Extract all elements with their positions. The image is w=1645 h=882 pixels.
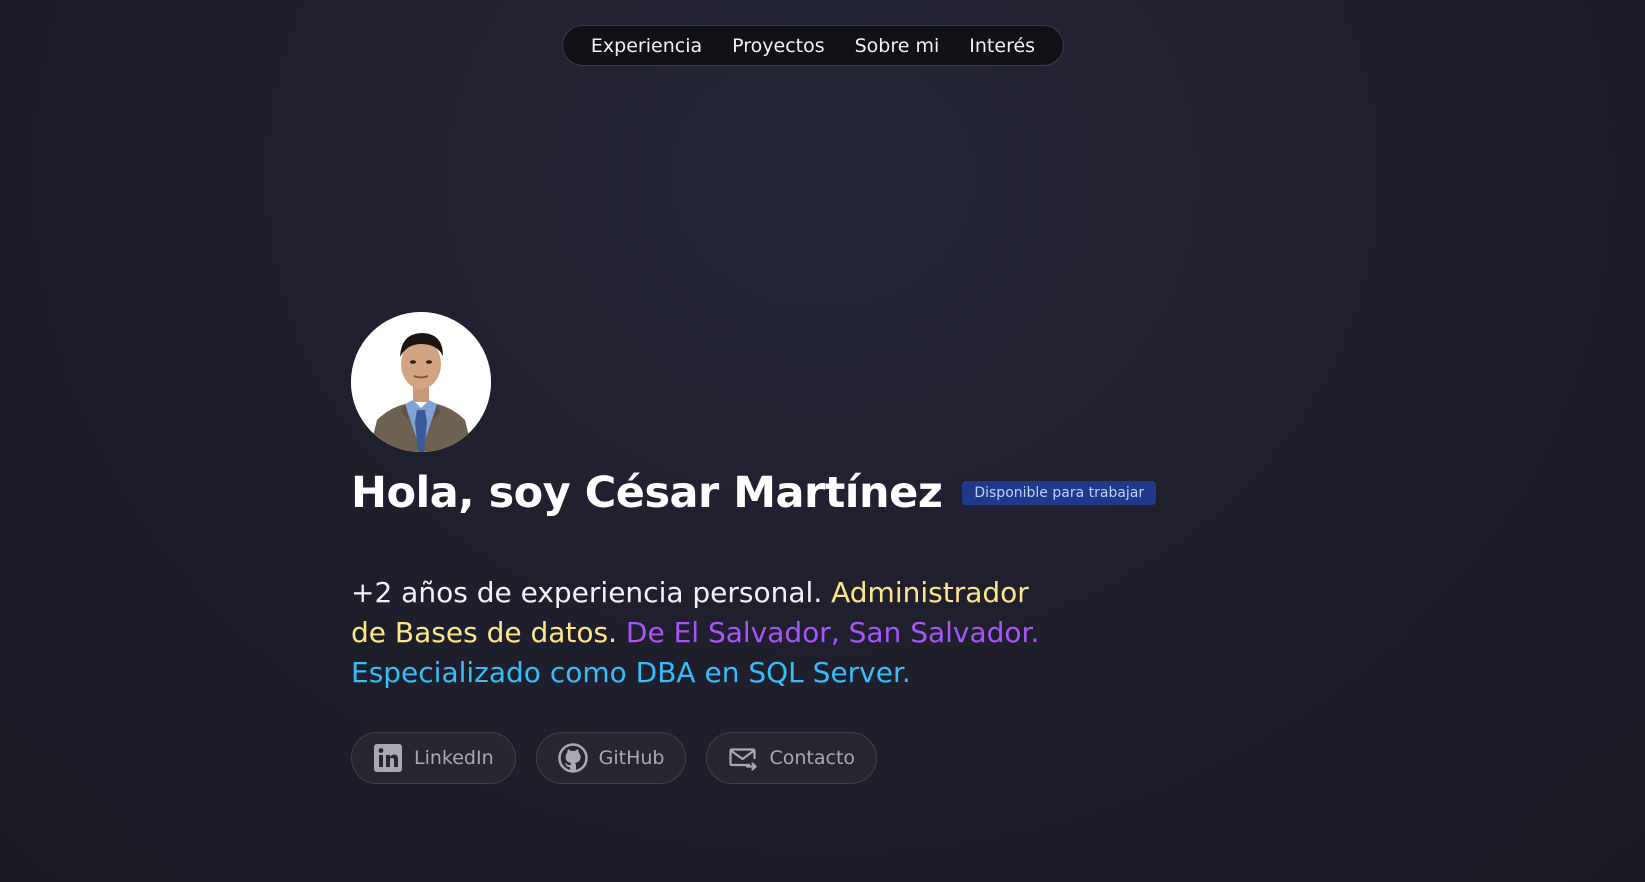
linkedin-icon bbox=[372, 742, 404, 774]
contact-label: Contacto bbox=[769, 747, 856, 769]
top-nav: Experiencia Proyectos Sobre mi Interés bbox=[562, 25, 1064, 66]
linkedin-label: LinkedIn bbox=[414, 747, 494, 769]
availability-badge: Disponible para trabajar bbox=[962, 481, 1157, 505]
github-label: GitHub bbox=[598, 747, 665, 769]
avatar bbox=[351, 312, 491, 452]
contact-button[interactable]: Contacto bbox=[706, 732, 878, 784]
intro-specialty: Especializado como DBA en SQL Server. bbox=[351, 656, 911, 689]
github-icon bbox=[557, 742, 589, 774]
social-links: LinkedIn GitHub Contacto bbox=[351, 732, 878, 784]
nav-item-sobre-mi[interactable]: Sobre mi bbox=[855, 35, 940, 57]
nav-item-proyectos[interactable]: Proyectos bbox=[732, 35, 825, 57]
nav-item-interes[interactable]: Interés bbox=[969, 35, 1035, 57]
intro-text: +2 años de experiencia personal. Adminis… bbox=[351, 573, 1051, 693]
github-button[interactable]: GitHub bbox=[535, 732, 687, 784]
nav-item-experiencia[interactable]: Experiencia bbox=[591, 35, 702, 57]
intro-experience: +2 años de experiencia personal. bbox=[351, 576, 823, 609]
hero-title-row: Hola, soy César Martínez Disponible para… bbox=[351, 468, 1157, 518]
page-title: Hola, soy César Martínez bbox=[351, 468, 943, 518]
mail-icon bbox=[727, 742, 759, 774]
linkedin-button[interactable]: LinkedIn bbox=[351, 732, 516, 784]
intro-location: De El Salvador, San Salvador. bbox=[625, 616, 1040, 649]
